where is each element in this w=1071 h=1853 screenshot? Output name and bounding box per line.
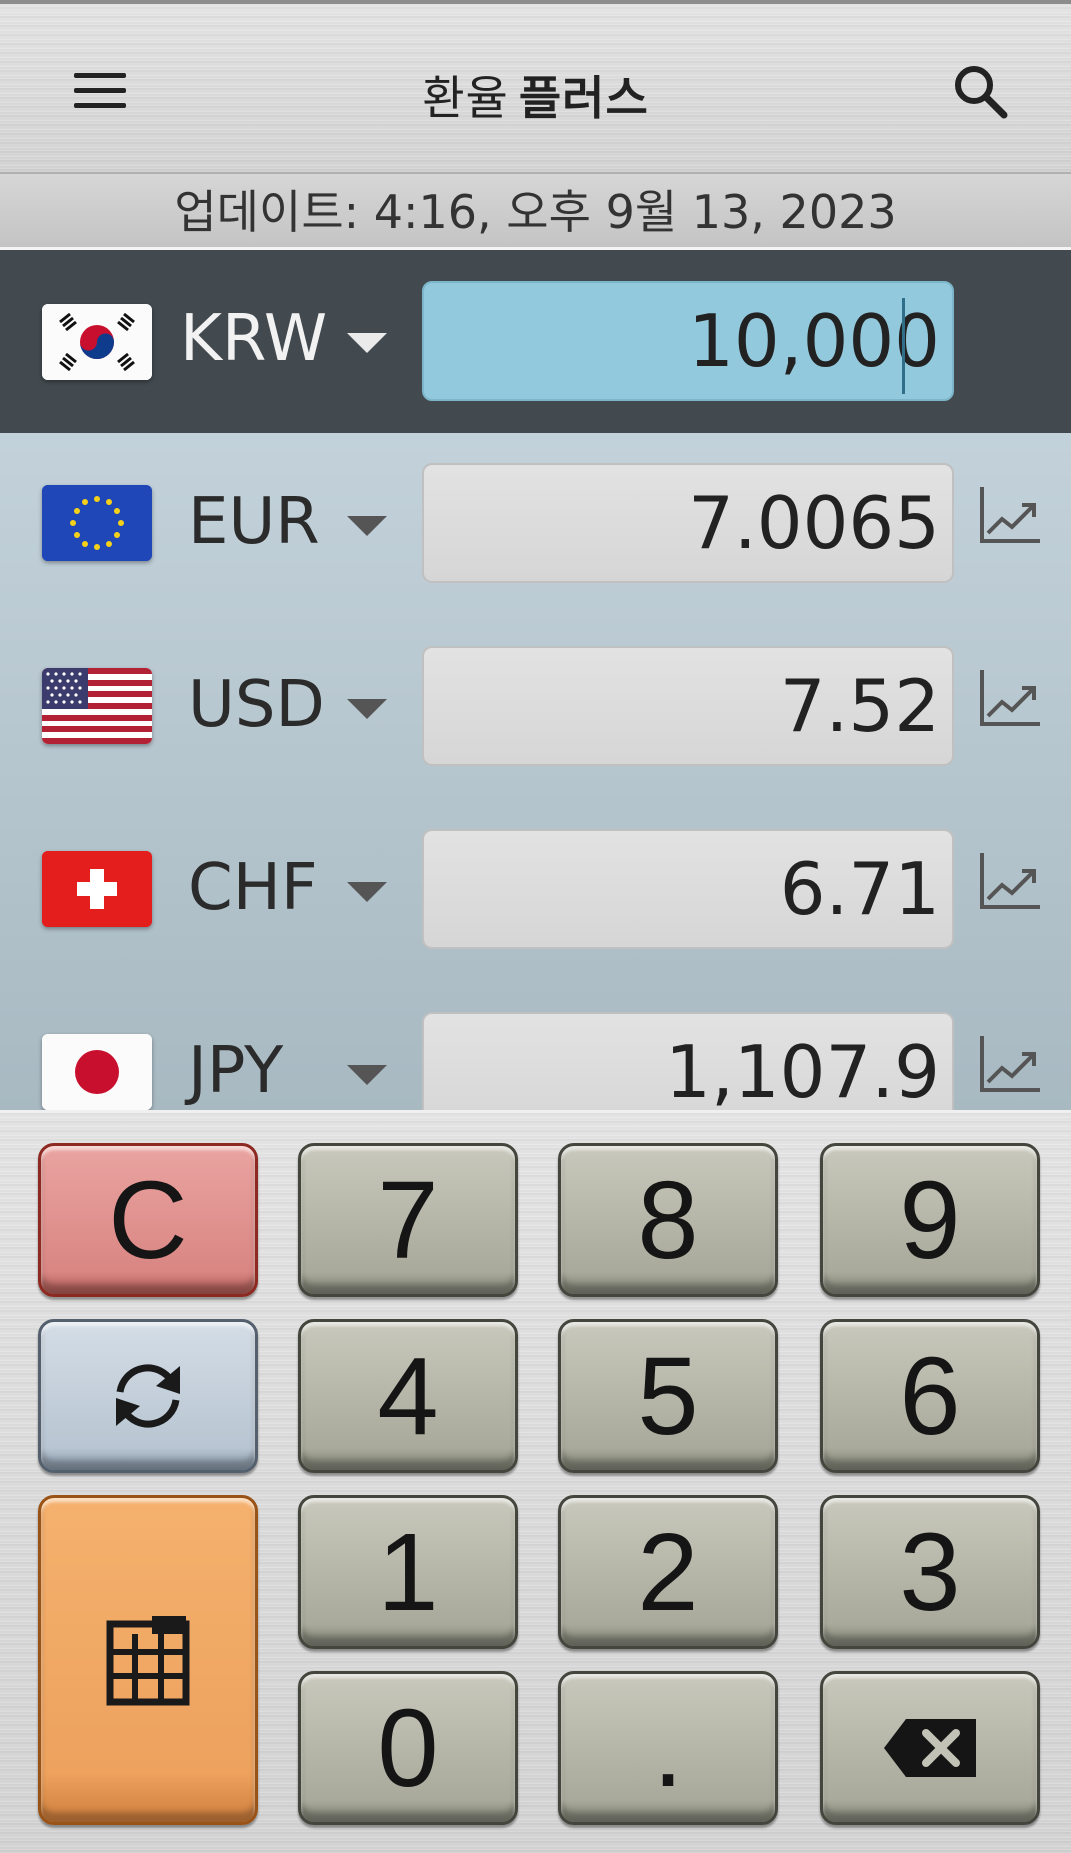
- japan-flag[interactable]: [42, 1034, 152, 1110]
- chevron-down-icon[interactable]: [347, 1065, 387, 1085]
- currency-code[interactable]: CHF: [188, 851, 318, 925]
- digit-7-button[interactable]: 7: [298, 1143, 518, 1297]
- list-item: EUR 7.0065: [0, 433, 1071, 616]
- base-currency-row: KRW 10,000: [0, 250, 1071, 433]
- list-item: CHF 6.71: [0, 799, 1071, 982]
- digit-1-button[interactable]: 1: [298, 1495, 518, 1649]
- currency-amount-field[interactable]: 1,107.9: [422, 1012, 954, 1110]
- currency-code[interactable]: EUR: [188, 485, 320, 559]
- calculator-button[interactable]: [38, 1495, 258, 1825]
- currency-amount-field[interactable]: 7.0065: [422, 463, 954, 583]
- search-icon: [955, 66, 1008, 119]
- decimal-point-button[interactable]: .: [558, 1671, 778, 1825]
- eu-flag[interactable]: [42, 485, 152, 561]
- base-currency-code[interactable]: KRW: [180, 302, 327, 376]
- list-item: USD 7.52: [0, 616, 1071, 799]
- chart-icon[interactable]: [978, 666, 1042, 730]
- digit-6-button[interactable]: 6: [820, 1319, 1040, 1473]
- backspace-button[interactable]: [820, 1671, 1040, 1825]
- digit-9-button[interactable]: 9: [820, 1143, 1040, 1297]
- keypad: C 7 8 9 4 5 6 1 2 3 0 .: [0, 1110, 1071, 1853]
- digit-4-button[interactable]: 4: [298, 1319, 518, 1473]
- digit-0-button[interactable]: 0: [298, 1671, 518, 1825]
- currency-code[interactable]: JPY: [188, 1034, 283, 1108]
- app-title: 환율 플러스: [0, 62, 1071, 128]
- search-button[interactable]: [940, 58, 1020, 124]
- currency-code[interactable]: USD: [188, 668, 325, 742]
- app-bar: 환율 플러스: [0, 0, 1071, 174]
- usa-flag[interactable]: [42, 668, 152, 744]
- digit-5-button[interactable]: 5: [558, 1319, 778, 1473]
- chevron-down-icon[interactable]: [347, 333, 387, 353]
- backspace-icon: [884, 1719, 976, 1777]
- chevron-down-icon[interactable]: [347, 516, 387, 536]
- app-title-part1: 환율: [422, 71, 509, 125]
- digit-8-button[interactable]: 8: [558, 1143, 778, 1297]
- chevron-down-icon[interactable]: [347, 882, 387, 902]
- refresh-icon: [116, 1364, 180, 1428]
- currency-amount-field[interactable]: 6.71: [422, 829, 954, 949]
- calculator-icon: [106, 1616, 190, 1706]
- currency-amount-field[interactable]: 7.52: [422, 646, 954, 766]
- digit-3-button[interactable]: 3: [820, 1495, 1040, 1649]
- chart-icon[interactable]: [978, 483, 1042, 547]
- refresh-button[interactable]: [38, 1319, 258, 1473]
- list-item: JPY 1,107.9: [0, 982, 1071, 1110]
- text-cursor: [902, 298, 905, 395]
- app-title-part2: 플러스: [518, 71, 649, 125]
- currency-list: EUR 7.0065 USD 7.52 CHF 6.71 JPY 1,107.9: [0, 433, 1071, 1110]
- digit-2-button[interactable]: 2: [558, 1495, 778, 1649]
- chart-icon[interactable]: [978, 1032, 1042, 1096]
- chart-icon[interactable]: [978, 849, 1042, 913]
- south-korea-flag[interactable]: [42, 304, 152, 380]
- clear-button[interactable]: C: [38, 1143, 258, 1297]
- chevron-down-icon[interactable]: [347, 699, 387, 719]
- base-amount-input[interactable]: 10,000: [422, 281, 954, 401]
- update-timestamp: 업데이트: 4:16, 오후 9월 13, 2023: [0, 174, 1071, 250]
- switzerland-flag[interactable]: [42, 851, 152, 927]
